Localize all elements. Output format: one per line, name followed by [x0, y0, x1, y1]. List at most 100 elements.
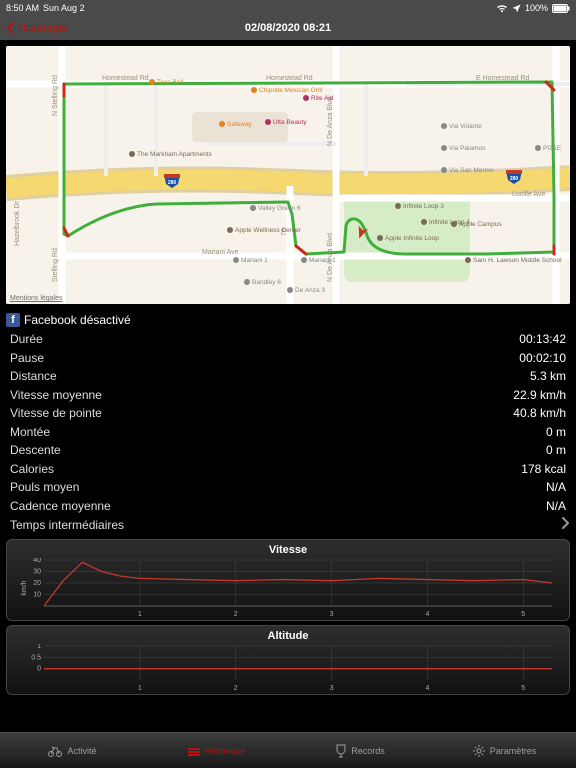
- stats-list: Durée00:13:42Pause 00:02:10 Distance 5.3 km…: [0, 330, 576, 515]
- stat-row: Cadence moyenneN/A: [10, 497, 566, 516]
- svg-text:280: 280: [168, 180, 177, 186]
- stat-label: Calories: [10, 460, 54, 479]
- svg-text:10: 10: [33, 592, 41, 599]
- records-icon: [335, 744, 347, 758]
- svg-text:Apple Wellness Center: Apple Wellness Center: [235, 227, 302, 234]
- tab-label: Records: [351, 746, 385, 756]
- svg-text:PG&E: PG&E: [543, 145, 562, 152]
- svg-text:The Markham Apartments: The Markham Apartments: [137, 151, 213, 158]
- stat-label: Montée: [10, 423, 50, 442]
- stat-row: Descente 0 m: [10, 441, 566, 460]
- speed-chart-panel: Vitesse 1234510203040km/h: [6, 539, 570, 621]
- nav-bar: Historique 02/08/2020 08:21: [0, 16, 576, 40]
- svg-text:5: 5: [521, 685, 525, 692]
- altitude-chart: 1234500.51: [13, 644, 563, 692]
- stat-label: Vitesse moyenne: [10, 386, 102, 405]
- stat-label: Vitesse de pointe: [10, 404, 102, 423]
- svg-text:30: 30: [33, 569, 41, 576]
- stat-row: Distance 5.3 km: [10, 367, 566, 386]
- stat-value: 22.9 km/h: [513, 386, 566, 405]
- stat-label: Distance: [10, 367, 57, 386]
- chevron-right-icon: [558, 516, 572, 535]
- stat-row: Calories178 kcal: [10, 460, 566, 479]
- svg-text:Infinite Loop 3: Infinite Loop 3: [403, 203, 444, 210]
- svg-text:280: 280: [510, 176, 519, 182]
- svg-text:Via Palamos: Via Palamos: [449, 145, 486, 152]
- svg-text:4: 4: [425, 685, 429, 692]
- svg-text:20: 20: [33, 580, 41, 587]
- speed-chart-title: Vitesse: [13, 544, 563, 556]
- svg-text:Bandley 6: Bandley 6: [252, 279, 281, 286]
- stat-value: 40.8 km/h: [513, 404, 566, 423]
- facebook-row[interactable]: f Facebook désactivé: [0, 310, 576, 330]
- svg-text:Homestead Rd: Homestead Rd: [266, 75, 313, 82]
- activite-icon: [47, 745, 63, 757]
- svg-text:0: 0: [37, 666, 41, 673]
- tab-label: Paramètres: [490, 746, 537, 756]
- svg-text:2: 2: [234, 611, 238, 618]
- stat-row: Pouls moyenN/A: [10, 478, 566, 497]
- svg-text:Via Volante: Via Volante: [449, 123, 482, 130]
- status-bar: 8:50 AM Sun Aug 2 100%: [0, 0, 576, 16]
- svg-text:1: 1: [138, 685, 142, 692]
- svg-text:Ulta Beauty: Ulta Beauty: [273, 119, 307, 126]
- tab-activite[interactable]: Activité: [0, 733, 144, 768]
- svg-text:Mariani 1: Mariani 1: [309, 257, 336, 264]
- tab-records[interactable]: Records: [288, 733, 432, 768]
- svg-text:3: 3: [330, 685, 334, 692]
- svg-text:N De Anza Blvd: N De Anza Blvd: [327, 97, 334, 146]
- svg-text:km/h: km/h: [21, 580, 28, 595]
- historique-icon: [187, 745, 201, 757]
- svg-text:2: 2: [234, 685, 238, 692]
- intermediate-times-row[interactable]: Temps intermédiaires: [0, 515, 576, 535]
- back-label: Historique: [18, 22, 68, 34]
- svg-text:Safeway: Safeway: [227, 121, 253, 128]
- tab-historique[interactable]: Historique: [144, 733, 288, 768]
- svg-text:4: 4: [425, 611, 429, 618]
- svg-text:0.5: 0.5: [31, 654, 41, 661]
- svg-text:3: 3: [330, 611, 334, 618]
- svg-text:Chipotle Mexican Grill: Chipotle Mexican Grill: [259, 87, 323, 94]
- stat-value: 0 m: [546, 423, 566, 442]
- status-time: 8:50 AM: [6, 3, 39, 13]
- tab-bar: Activité Historique Records Paramètres: [0, 732, 576, 768]
- facebook-label: Facebook désactivé: [24, 313, 131, 327]
- stat-row: Vitesse de pointe 40.8 km/h: [10, 404, 566, 423]
- svg-text:Valley Green 6: Valley Green 6: [258, 205, 301, 212]
- parametres-icon: [472, 744, 486, 758]
- stat-row: Durée00:13:42: [10, 330, 566, 349]
- svg-text:Lucille Ave: Lucille Ave: [512, 191, 545, 198]
- stat-label: Durée: [10, 330, 43, 349]
- page-title: 02/08/2020 08:21: [245, 22, 331, 34]
- svg-text:Sam H. Lawson Middle School: Sam H. Lawson Middle School: [473, 257, 562, 264]
- svg-text:Homestead Rd: Homestead Rd: [102, 75, 149, 82]
- svg-text:40: 40: [33, 558, 41, 564]
- map-legal-link[interactable]: Mentions légales: [10, 295, 63, 302]
- svg-text:De Anza 3: De Anza 3: [295, 287, 325, 294]
- route-map[interactable]: 280 280 Homestead Rd Homestead R: [6, 46, 570, 304]
- stat-value: N/A: [546, 478, 566, 497]
- svg-text:Stelling Rd: Stelling Rd: [52, 248, 59, 282]
- stat-value: 0 m: [546, 441, 566, 460]
- stat-label: Descente: [10, 441, 61, 460]
- svg-text:1: 1: [138, 611, 142, 618]
- stat-row: Montée 0 m: [10, 423, 566, 442]
- stat-row: Pause 00:02:10: [10, 349, 566, 368]
- back-button[interactable]: Historique: [4, 21, 68, 35]
- svg-text:Mariani Ave: Mariani Ave: [202, 249, 239, 256]
- tab-label: Activité: [67, 746, 96, 756]
- stat-label: Pause: [10, 349, 44, 368]
- status-date: Sun Aug 2: [43, 3, 85, 13]
- svg-text:Mariani 1: Mariani 1: [241, 257, 268, 264]
- altitude-chart-title: Altitude: [13, 630, 563, 642]
- tab-parametres[interactable]: Paramètres: [432, 733, 576, 768]
- battery-icon: [552, 4, 570, 13]
- stat-value: 00:02:10: [519, 349, 566, 368]
- svg-text:Rite Aid: Rite Aid: [311, 95, 334, 102]
- location-icon: [512, 4, 521, 13]
- speed-chart: 1234510203040km/h: [13, 558, 563, 618]
- stat-value: 5.3 km: [530, 367, 566, 386]
- svg-text:N Stelling Rd: N Stelling Rd: [52, 75, 59, 116]
- svg-text:Apple Campus: Apple Campus: [459, 221, 502, 228]
- stat-value: N/A: [546, 497, 566, 516]
